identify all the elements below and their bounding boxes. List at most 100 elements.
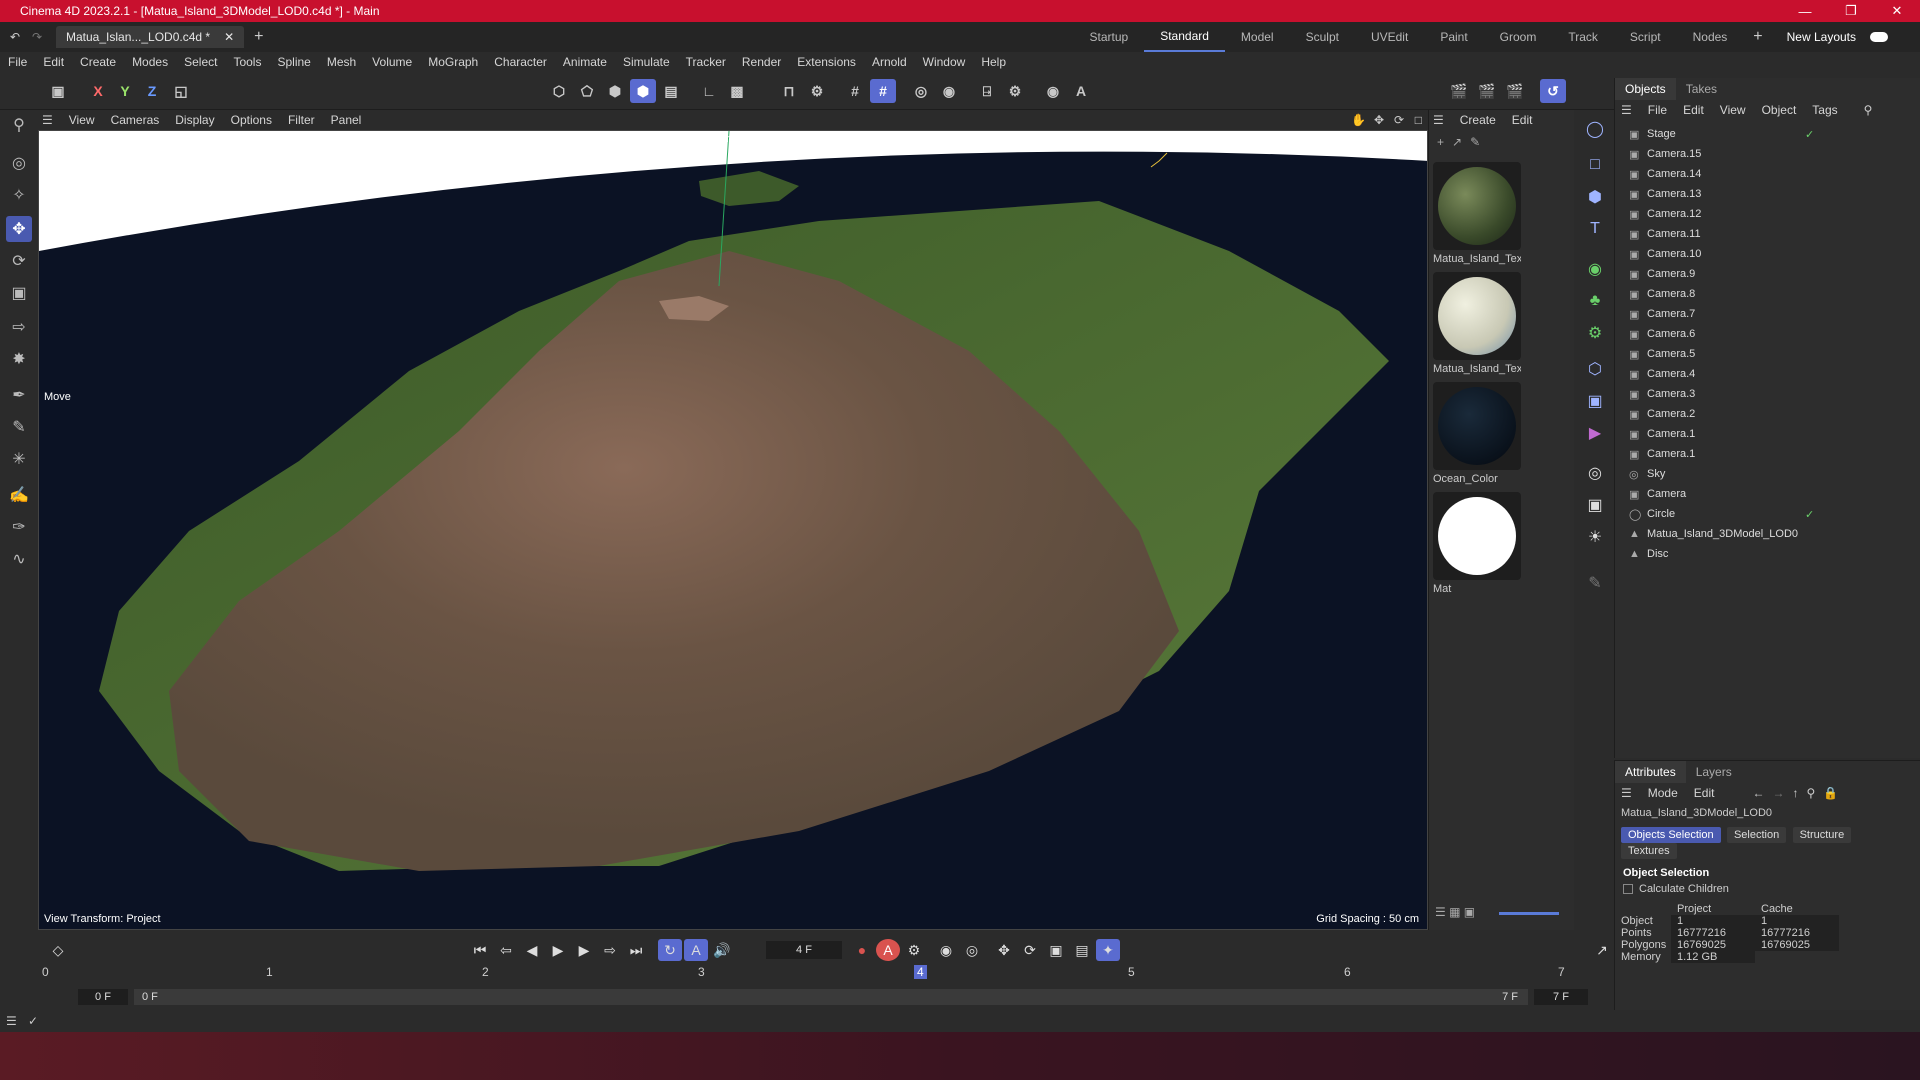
menu-create[interactable]: Create bbox=[72, 55, 124, 69]
move-tool-icon[interactable]: ✥ bbox=[6, 216, 32, 242]
render-to-viewer-icon[interactable]: 🎬 bbox=[1474, 79, 1500, 103]
graph-icon[interactable]: ↗ bbox=[1590, 939, 1614, 961]
spiral-icon[interactable]: ↺ bbox=[1540, 79, 1566, 103]
pan-icon[interactable]: ✋ bbox=[1351, 113, 1366, 127]
list-item[interactable]: ▲ Disc bbox=[1615, 544, 1905, 564]
render-region-icon[interactable]: ◎ bbox=[908, 79, 934, 103]
key-pla-icon[interactable]: ✦ bbox=[1096, 939, 1120, 961]
y-axis-lock[interactable]: Y bbox=[112, 79, 138, 103]
list-item[interactable]: ▣ Camera.3 bbox=[1615, 384, 1905, 404]
material-swatch[interactable]: Mat bbox=[1433, 492, 1521, 595]
key-param-icon[interactable]: ▤ bbox=[1070, 939, 1094, 961]
layout-tab-model[interactable]: Model bbox=[1225, 22, 1290, 52]
menu-animate[interactable]: Animate bbox=[555, 55, 615, 69]
list-item[interactable]: ▣ Camera.13 bbox=[1615, 184, 1905, 204]
menu-window[interactable]: Window bbox=[915, 55, 974, 69]
z-axis-lock[interactable]: Z bbox=[139, 79, 165, 103]
menu-mesh[interactable]: Mesh bbox=[319, 55, 364, 69]
workplane-icon[interactable]: # bbox=[870, 79, 896, 103]
key-scale-icon[interactable]: ▣ bbox=[1044, 939, 1068, 961]
scene-icon[interactable]: ▣ bbox=[1582, 388, 1608, 414]
menu-select[interactable]: Select bbox=[176, 55, 225, 69]
vp-menu-panel[interactable]: Panel bbox=[323, 113, 370, 127]
rectangle-icon[interactable]: □ bbox=[1582, 152, 1608, 178]
layout-tab-uvedit[interactable]: UVEdit bbox=[1355, 22, 1424, 52]
start-frame-field[interactable]: 0 F bbox=[78, 989, 128, 1005]
obj-menu-tags[interactable]: Tags bbox=[1804, 103, 1845, 117]
axis-mode-icon[interactable]: ∟ bbox=[696, 79, 722, 103]
list-item[interactable]: ▲ Matua_Island_3DModel_LOD0 bbox=[1615, 524, 1905, 544]
motion-record-icon[interactable]: ◉ bbox=[934, 939, 958, 961]
cube-icon[interactable]: ⬢ bbox=[1582, 184, 1608, 210]
render-view-icon[interactable]: 🎬 bbox=[1446, 79, 1472, 103]
go-to-start-icon[interactable]: ⏮ bbox=[468, 939, 492, 961]
current-frame-field[interactable]: 4 F bbox=[766, 941, 842, 959]
list-item[interactable]: ▣ Camera.1 bbox=[1615, 424, 1905, 444]
menu-file[interactable]: File bbox=[0, 55, 35, 69]
menu-edit[interactable]: Edit bbox=[35, 55, 72, 69]
paint-brush-icon[interactable]: ✍ bbox=[6, 482, 32, 508]
rotate-view-icon[interactable]: ⟳ bbox=[1394, 113, 1404, 127]
range-slider[interactable]: 0 F 7 F bbox=[134, 989, 1528, 1005]
list-item[interactable]: ▣ Camera.2 bbox=[1615, 404, 1905, 424]
hamburger-icon[interactable]: ☰ bbox=[6, 1014, 17, 1028]
spline-mode-icon[interactable]: ▶ bbox=[1582, 420, 1608, 446]
symmetry-icon[interactable]: ⍈ bbox=[974, 79, 1000, 103]
material-swatch[interactable]: Ocean_Color bbox=[1433, 382, 1521, 485]
close-icon[interactable]: ✕ bbox=[1874, 3, 1920, 19]
list-item[interactable]: ▣ Camera.11 bbox=[1615, 224, 1905, 244]
tweak-icon[interactable]: ✧ bbox=[6, 182, 32, 208]
transfer-icon[interactable]: ⇨ bbox=[6, 314, 32, 340]
tab-layers[interactable]: Layers bbox=[1686, 765, 1742, 779]
scale-key-icon[interactable]: ◎ bbox=[960, 939, 984, 961]
zoom-slider[interactable] bbox=[1499, 912, 1559, 915]
list-item[interactable]: ▣ Camera.7 bbox=[1615, 304, 1905, 324]
new-layouts-label[interactable]: New Layouts bbox=[1787, 30, 1856, 44]
layout-tab-paint[interactable]: Paint bbox=[1424, 22, 1483, 52]
key-settings-icon[interactable]: ⚙ bbox=[902, 939, 926, 961]
move-view-icon[interactable]: ✥ bbox=[1374, 113, 1384, 127]
menu-mograph[interactable]: MoGraph bbox=[420, 55, 486, 69]
obj-menu-file[interactable]: File bbox=[1640, 103, 1675, 117]
up-arrow-icon[interactable]: ↑ bbox=[1792, 786, 1798, 800]
menu-arnold[interactable]: Arnold bbox=[864, 55, 915, 69]
key-position-icon[interactable]: ✥ bbox=[992, 939, 1016, 961]
world-space-icon[interactable]: ◱ bbox=[168, 79, 194, 103]
list-item[interactable]: ▣ Camera.4 bbox=[1615, 364, 1905, 384]
new-tab-icon[interactable]: + bbox=[254, 28, 263, 46]
spline-icon[interactable]: ∿ bbox=[6, 546, 32, 572]
menu-spline[interactable]: Spline bbox=[269, 55, 318, 69]
layout-tab-track[interactable]: Track bbox=[1552, 22, 1614, 52]
list-item[interactable]: ▣ Camera.5 bbox=[1615, 344, 1905, 364]
generator-icon[interactable]: ◉ bbox=[1582, 256, 1608, 282]
layout-tab-standard[interactable]: Standard bbox=[1144, 22, 1225, 52]
prev-frame-icon[interactable]: ◀ bbox=[520, 939, 544, 961]
attr-menu-edit[interactable]: Edit bbox=[1686, 786, 1723, 800]
list-item[interactable]: ▣ Camera.14 bbox=[1615, 164, 1905, 184]
magnet-icon[interactable]: ⊓ bbox=[776, 79, 802, 103]
vp-menu-display[interactable]: Display bbox=[167, 113, 222, 127]
record-icon[interactable]: ● bbox=[850, 939, 874, 961]
snap-settings-icon[interactable]: ⚙ bbox=[804, 79, 830, 103]
list-item[interactable]: ▣ Camera.15 bbox=[1615, 144, 1905, 164]
light-icon[interactable]: ☀ bbox=[1582, 524, 1608, 550]
hamburger-icon[interactable]: ☰ bbox=[42, 113, 53, 127]
lock-icon[interactable]: 🔒 bbox=[1823, 786, 1838, 800]
list-item[interactable]: ▣ Camera.8 bbox=[1615, 284, 1905, 304]
transform-icon[interactable]: ✸ bbox=[6, 346, 32, 372]
restore-icon[interactable]: ❐ bbox=[1828, 3, 1874, 19]
polygons-mode-icon[interactable]: ⬢ bbox=[602, 79, 628, 103]
list-item[interactable]: ▣ Camera.6 bbox=[1615, 324, 1905, 344]
vp-menu-filter[interactable]: Filter bbox=[280, 113, 323, 127]
menu-extensions[interactable]: Extensions bbox=[789, 55, 864, 69]
layout-tab-sculpt[interactable]: Sculpt bbox=[1290, 22, 1355, 52]
menu-simulate[interactable]: Simulate bbox=[615, 55, 678, 69]
mat-menu-create[interactable]: Create bbox=[1452, 113, 1504, 127]
spline-pen-icon[interactable]: ✒ bbox=[6, 382, 32, 408]
add-material-icon[interactable]: + bbox=[1437, 135, 1444, 149]
textures-button[interactable]: Textures bbox=[1621, 843, 1677, 859]
x-axis-lock[interactable]: X bbox=[85, 79, 111, 103]
playhead[interactable]: 4 bbox=[914, 965, 927, 979]
loop-icon[interactable]: ↻ bbox=[658, 939, 682, 961]
hamburger-icon[interactable]: ☰ bbox=[1433, 113, 1444, 127]
